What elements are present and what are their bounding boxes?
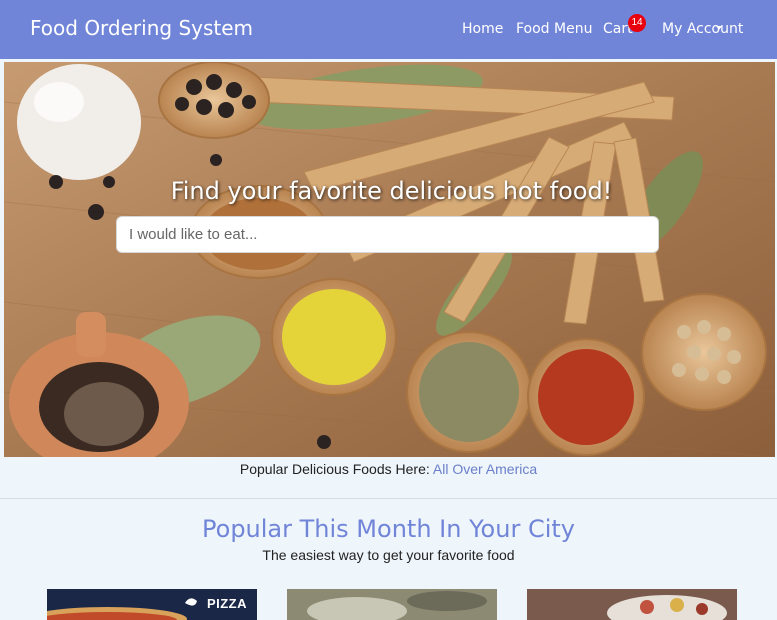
hero-title: Find your favorite delicious hot food! — [170, 177, 613, 205]
food-card-pizza[interactable]: PIZZA — [47, 589, 257, 620]
hero-banner: Find your favorite delicious hot food! — [4, 62, 775, 457]
spices-background-image — [4, 62, 775, 457]
tagline: Popular Delicious Foods Here: All Over A… — [0, 461, 777, 477]
tagline-text: Popular Delicious Foods Here: — [239, 461, 433, 477]
nav-my-account[interactable]: My Account — [662, 21, 743, 37]
navbar: Food Ordering System Home Food Menu Cart… — [0, 0, 777, 59]
food-image-2 — [287, 589, 497, 620]
all-over-america-link[interactable]: All Over America — [433, 461, 537, 477]
pizza-label: PIZZA — [206, 596, 247, 611]
cart-count-badge: 14 — [628, 14, 646, 32]
food-card-2[interactable] — [287, 589, 497, 620]
food-image-3 — [527, 589, 737, 620]
section-title: Popular This Month In Your City — [202, 515, 575, 543]
section-subtitle: The easiest way to get your favorite foo… — [262, 547, 515, 563]
nav-home[interactable]: Home — [462, 21, 503, 37]
dropdown-caret-icon[interactable] — [716, 26, 722, 30]
nav-food-menu[interactable]: Food Menu — [516, 21, 592, 37]
brand-logo[interactable]: Food Ordering System — [30, 16, 253, 40]
food-card-3[interactable] — [527, 589, 737, 620]
section-divider — [0, 498, 777, 499]
food-search-input[interactable] — [116, 216, 659, 253]
